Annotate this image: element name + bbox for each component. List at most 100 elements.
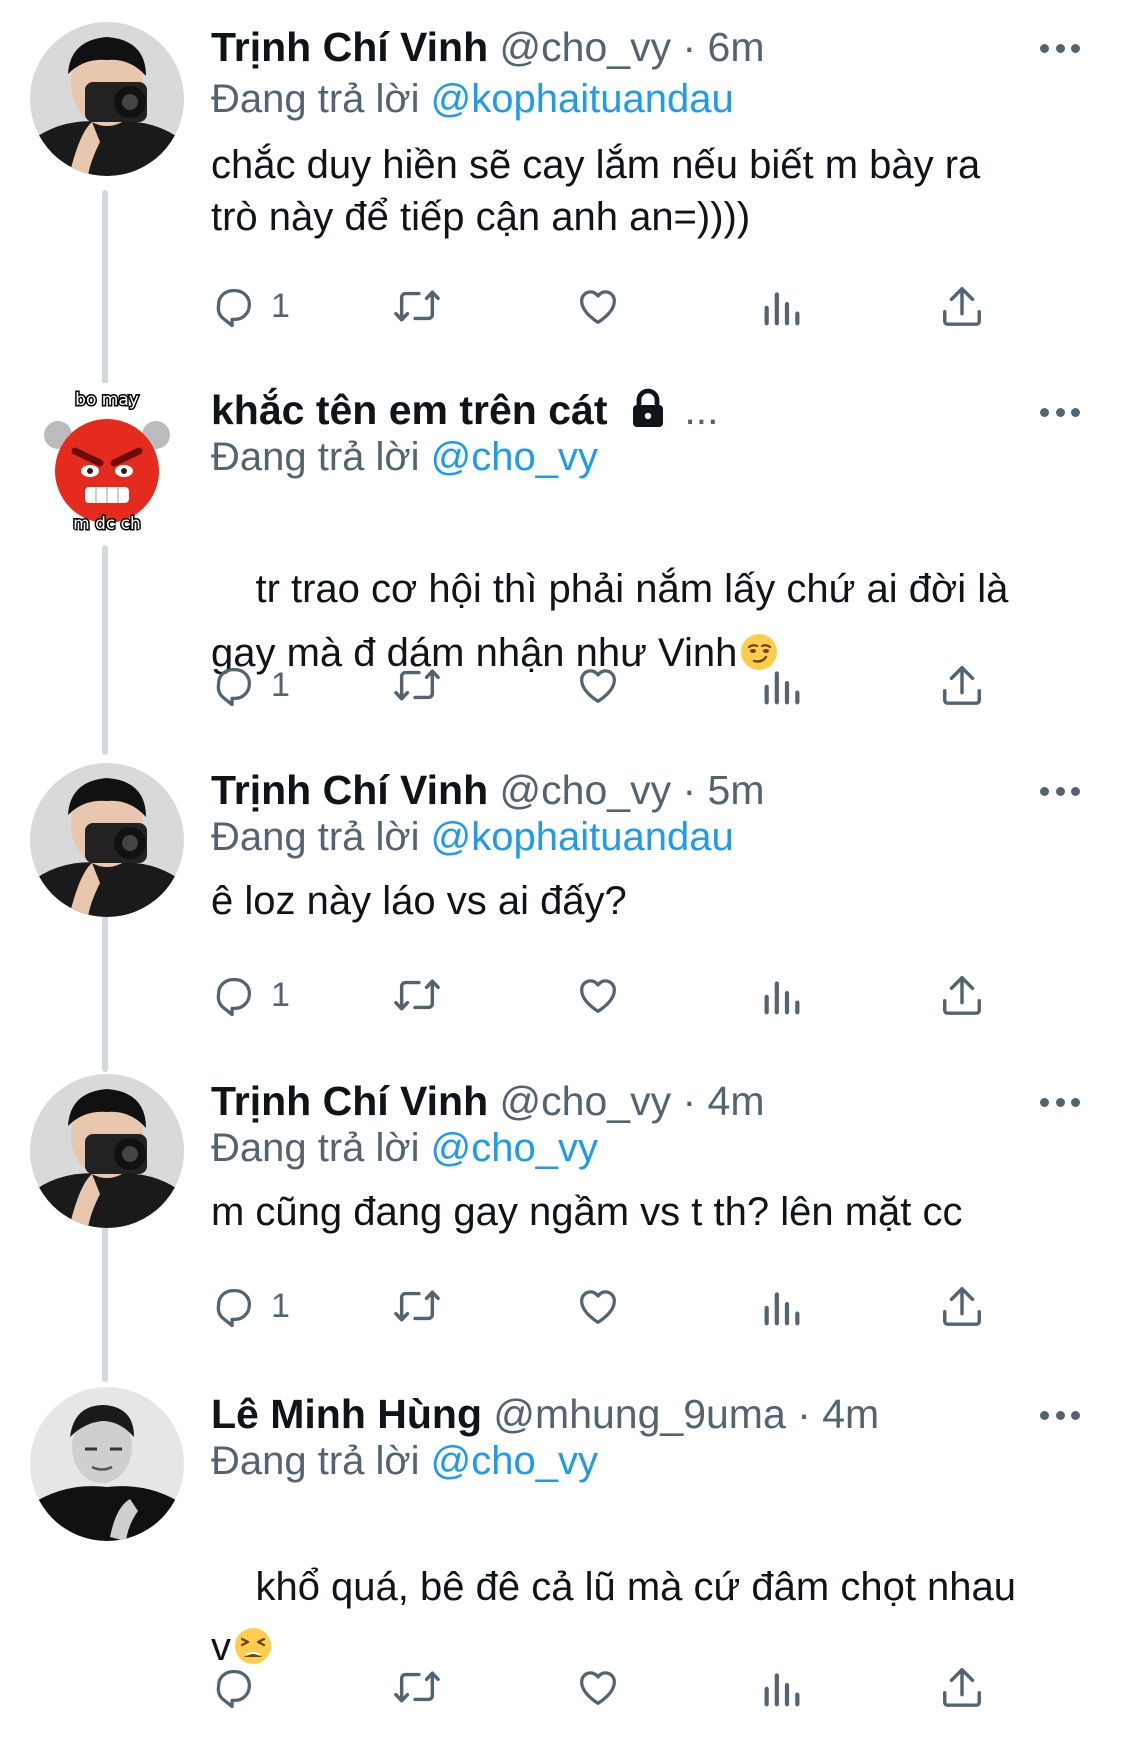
separator-dot: · xyxy=(797,1391,811,1437)
tweet-header: khắc tên em trên cát ... xyxy=(211,385,719,435)
more-icon[interactable] xyxy=(1040,1405,1080,1425)
user-handle[interactable]: @mhung_9uma xyxy=(493,1391,785,1437)
display-name[interactable]: khắc tên em trên cát xyxy=(211,387,608,433)
name-truncation: ... xyxy=(684,387,719,433)
reply-mention-link[interactable]: @cho_vy xyxy=(431,1439,598,1483)
avatar[interactable] xyxy=(30,1074,184,1228)
share-button[interactable] xyxy=(940,655,984,715)
timestamp[interactable]: 5m xyxy=(708,767,765,813)
reply-button[interactable]: 1 xyxy=(211,1276,290,1336)
retweet-button[interactable] xyxy=(391,965,443,1025)
share-icon xyxy=(943,287,981,326)
lock-icon xyxy=(632,388,663,427)
like-icon xyxy=(580,1290,616,1324)
avatar[interactable] xyxy=(30,22,184,176)
replying-to: Đang trả lời @kophaituandau xyxy=(211,812,734,862)
retweet-button[interactable] xyxy=(391,276,443,336)
views-button[interactable] xyxy=(762,1657,802,1717)
reply-icon xyxy=(216,978,251,1017)
tweet[interactable]: Lê Minh Hùng @mhung_9uma · 4m Đang trả l… xyxy=(0,1367,1125,1737)
views-button[interactable] xyxy=(762,276,802,336)
retweet-icon xyxy=(394,290,440,322)
share-button[interactable] xyxy=(940,276,984,336)
views-button[interactable] xyxy=(762,655,802,715)
like-button[interactable] xyxy=(575,655,621,715)
display-name[interactable]: Trịnh Chí Vinh xyxy=(211,1078,488,1124)
views-icon xyxy=(764,1292,800,1326)
display-name[interactable]: Trịnh Chí Vinh xyxy=(211,24,488,70)
avatar[interactable] xyxy=(30,763,184,917)
tweet-header: Trịnh Chí Vinh @cho_vy · 4m xyxy=(211,1076,765,1126)
avatar[interactable]: bo may m dc ch xyxy=(30,383,184,537)
avatar[interactable] xyxy=(30,1387,184,1541)
tweet[interactable]: Trịnh Chí Vinh @cho_vy · 4m Đang trả lời… xyxy=(0,1055,1125,1367)
share-icon xyxy=(943,1668,981,1707)
like-button[interactable] xyxy=(575,276,621,336)
retweet-button[interactable] xyxy=(391,1657,443,1717)
replying-to: Đang trả lời @cho_vy xyxy=(211,432,598,482)
like-icon xyxy=(580,979,616,1013)
like-icon xyxy=(580,290,616,324)
retweet-icon xyxy=(394,979,440,1011)
share-icon xyxy=(943,666,981,705)
tweet[interactable]: bo may m dc ch khắc tên em trên cát ... … xyxy=(0,365,1125,745)
views-icon xyxy=(764,292,800,326)
tweet-header: Lê Minh Hùng @mhung_9uma · 4m xyxy=(211,1389,879,1439)
reply-count: 1 xyxy=(271,286,290,325)
more-icon[interactable] xyxy=(1040,1092,1080,1112)
reply-button[interactable]: 1 xyxy=(211,965,290,1025)
replying-to: Đang trả lời @kophaituandau xyxy=(211,74,734,124)
like-button[interactable] xyxy=(575,965,621,1025)
tweet-text: chắc duy hiền sẽ cay lắm nếu biết m bày … xyxy=(211,143,981,239)
tweet-text-content: khổ quá, bê đê cả lũ mà cứ đâm chọt nhau… xyxy=(211,1565,1017,1669)
like-icon xyxy=(580,669,616,703)
replying-to-label: Đang trả lời xyxy=(211,435,420,479)
reply-button[interactable]: 1 xyxy=(211,655,290,715)
share-button[interactable] xyxy=(940,1657,984,1717)
reply-mention-link[interactable]: @kophaituandau xyxy=(431,815,734,859)
views-button[interactable] xyxy=(762,965,802,1025)
avatar-caption-bottom: m dc ch xyxy=(73,514,141,534)
timestamp[interactable]: 4m xyxy=(708,1078,765,1124)
tweet-text: m cũng đang gay ngầm vs t th? lên mặt cc xyxy=(211,1190,963,1234)
tweet-actions: 1 xyxy=(0,655,1125,715)
more-icon[interactable] xyxy=(1040,38,1080,58)
tweet[interactable]: Trịnh Chí Vinh @cho_vy · 6m Đang trả lời… xyxy=(0,0,1125,365)
share-button[interactable] xyxy=(940,965,984,1025)
reply-icon xyxy=(216,1289,251,1328)
views-icon xyxy=(764,1673,800,1707)
views-button[interactable] xyxy=(762,1276,802,1336)
retweet-button[interactable] xyxy=(391,1276,443,1336)
retweet-button[interactable] xyxy=(391,655,443,715)
tweet[interactable]: Trịnh Chí Vinh @cho_vy · 5m Đang trả lời… xyxy=(0,745,1125,1055)
replying-to-label: Đang trả lời xyxy=(211,1439,420,1483)
reply-button[interactable] xyxy=(211,1657,271,1717)
reply-mention-link[interactable]: @cho_vy xyxy=(431,435,598,479)
views-icon xyxy=(764,981,800,1015)
share-button[interactable] xyxy=(940,1276,984,1336)
like-button[interactable] xyxy=(575,1276,621,1336)
timestamp[interactable]: 4m xyxy=(822,1391,879,1437)
views-icon xyxy=(764,671,800,705)
reply-count: 1 xyxy=(271,975,290,1014)
tweet-actions xyxy=(0,1657,1125,1717)
more-icon[interactable] xyxy=(1040,781,1080,801)
more-icon[interactable] xyxy=(1040,402,1080,422)
tweet-actions: 1 xyxy=(0,276,1125,336)
tweet-header: Trịnh Chí Vinh @cho_vy · 5m xyxy=(211,765,765,815)
display-name[interactable]: Trịnh Chí Vinh xyxy=(211,767,488,813)
tweet-text: ê loz này láo vs ai đấy? xyxy=(211,879,627,923)
reply-mention-link[interactable]: @kophaituandau xyxy=(431,77,734,121)
reply-button[interactable]: 1 xyxy=(211,276,290,336)
timestamp[interactable]: 6m xyxy=(708,24,765,70)
user-handle[interactable]: @cho_vy xyxy=(500,24,672,70)
separator-dot: · xyxy=(682,24,697,70)
separator-dot: · xyxy=(682,1078,697,1124)
user-handle[interactable]: @cho_vy xyxy=(500,767,672,813)
retweet-icon xyxy=(394,1290,440,1322)
user-handle[interactable]: @cho_vy xyxy=(500,1078,672,1124)
like-button[interactable] xyxy=(575,1657,621,1717)
retweet-icon xyxy=(394,669,440,701)
display-name[interactable]: Lê Minh Hùng xyxy=(211,1391,482,1437)
reply-mention-link[interactable]: @cho_vy xyxy=(431,1126,598,1170)
